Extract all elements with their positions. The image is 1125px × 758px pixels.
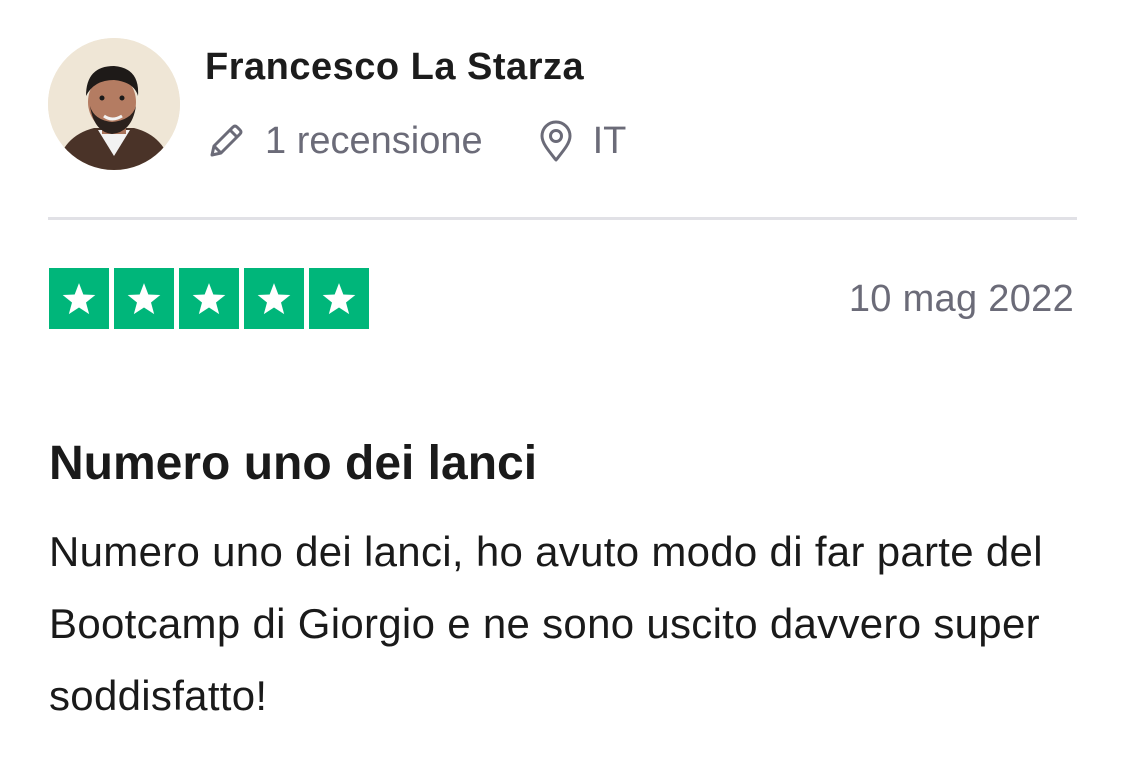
pencil-icon (205, 119, 247, 163)
star-icon (114, 268, 174, 329)
star-icon (179, 268, 239, 329)
review-date: 10 mag 2022 (848, 278, 1074, 320)
review-body: Numero uno dei lanci, ho avuto modo di f… (49, 528, 1043, 719)
review-count: 1 recensione (205, 119, 483, 163)
consumer-location: IT (535, 119, 627, 163)
review-card: Francesco La Starza 1 recensione IT 10 m… (0, 0, 1125, 758)
avatar-photo (48, 38, 180, 170)
star-rating (49, 268, 369, 329)
star-icon (49, 268, 109, 329)
review-count-label: 1 recensione (265, 119, 483, 162)
star-icon (244, 268, 304, 329)
location-pin-icon (535, 119, 577, 163)
consumer-meta: 1 recensione IT (205, 116, 626, 166)
consumer-avatar[interactable] (48, 38, 180, 170)
consumer-name[interactable]: Francesco La Starza (205, 46, 584, 89)
review-title[interactable]: Numero uno dei lanci (49, 436, 537, 491)
divider (48, 217, 1077, 220)
country-code: IT (592, 119, 627, 162)
star-icon (309, 268, 369, 329)
